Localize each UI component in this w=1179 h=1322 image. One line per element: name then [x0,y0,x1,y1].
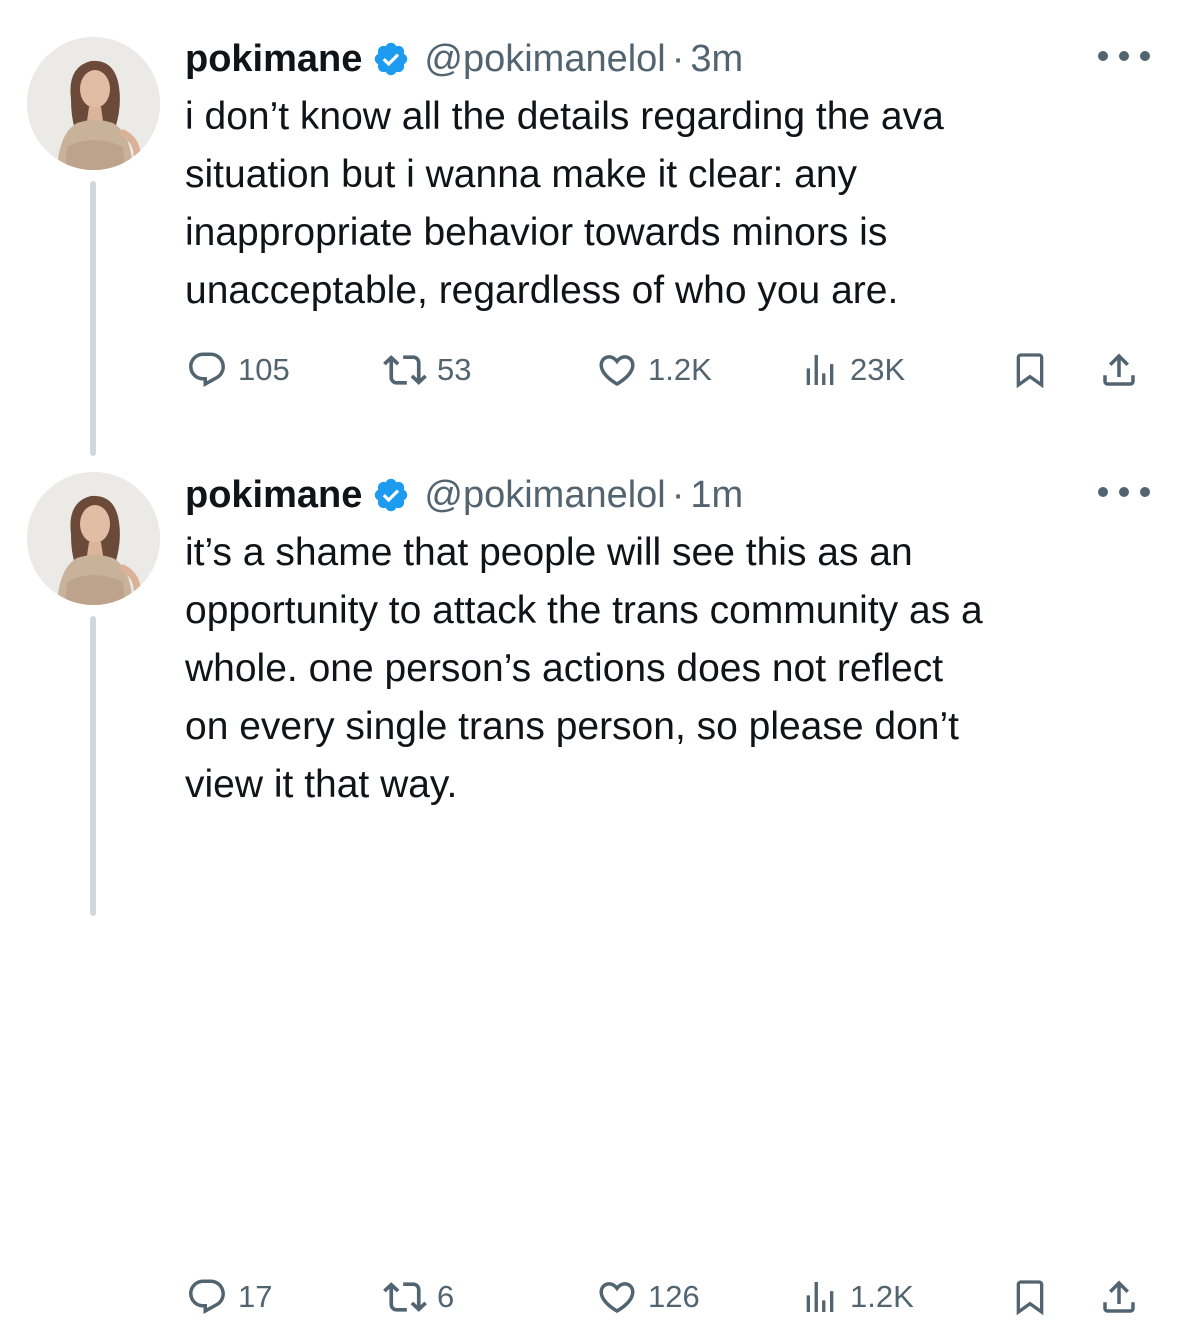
handle[interactable]: @pokimanelol [424,474,665,517]
thread-line [90,616,96,916]
like-button[interactable]: 126 [596,1272,700,1322]
like-icon [599,1282,635,1314]
more-options-icon[interactable] [1098,48,1150,64]
separator: · [671,473,685,516]
timestamp[interactable]: 3m [690,38,743,81]
separator: · [671,37,685,80]
views-count: 23K [850,352,906,387]
avatar[interactable] [27,37,160,170]
views-button[interactable]: 23K [800,345,905,395]
tweet[interactable]: pokimane @pokimanelol · 3m i don’t know … [0,0,1179,456]
like-count: 126 [648,1279,700,1314]
views-icon [806,1282,834,1312]
retweet-count: 53 [437,352,472,387]
share-button[interactable] [1098,345,1140,395]
more-options-icon[interactable] [1098,484,1150,500]
retweet-icon [383,1282,427,1312]
tweet-header: pokimane @pokimanelol · 3m [185,34,743,84]
reply-count: 105 [238,352,290,387]
reply-icon [189,1279,225,1314]
bookmark-icon [1016,1280,1044,1316]
bookmark-icon [1016,353,1044,389]
verified-badge-icon [372,476,410,514]
reply-icon [189,352,225,387]
avatar-photo [27,37,160,170]
tweet-text: i don’t know all the details regarding t… [185,95,944,312]
bookmark-button[interactable] [1010,1272,1050,1322]
like-count: 1.2K [648,352,712,387]
views-icon [806,355,834,385]
handle[interactable]: @pokimanelol [424,38,665,81]
like-icon [599,355,635,387]
timestamp[interactable]: 1m [690,474,743,517]
thread-line [90,181,96,456]
reply-button[interactable]: 17 [186,1272,272,1322]
action-bar: 17 6 126 1.2K [0,1272,1179,1322]
retweet-icon [383,355,427,385]
avatar-photo [27,472,160,605]
bookmark-button[interactable] [1010,345,1050,395]
display-name[interactable]: pokimane [185,474,362,517]
tweet[interactable]: pokimane @pokimanelol · 1m it’s a shame … [0,436,1179,1316]
reply-count: 17 [238,1279,273,1314]
share-icon [1103,1280,1135,1313]
avatar[interactable] [27,472,160,605]
verified-badge-icon [372,40,410,78]
reply-button[interactable]: 105 [186,345,290,395]
tweet-text: it’s a shame that people will see this a… [185,531,983,806]
share-button[interactable] [1098,1272,1140,1322]
display-name[interactable]: pokimane [185,38,362,81]
views-button[interactable]: 1.2K [800,1272,914,1322]
action-bar: 105 53 1.2K 23K [0,345,1179,395]
retweet-count: 6 [437,1279,455,1314]
like-button[interactable]: 1.2K [596,345,712,395]
retweet-button[interactable]: 6 [383,1272,454,1322]
retweet-button[interactable]: 53 [383,345,471,395]
tweet-header: pokimane @pokimanelol · 1m [185,470,743,520]
views-count: 1.2K [850,1279,914,1314]
share-icon [1103,353,1135,386]
